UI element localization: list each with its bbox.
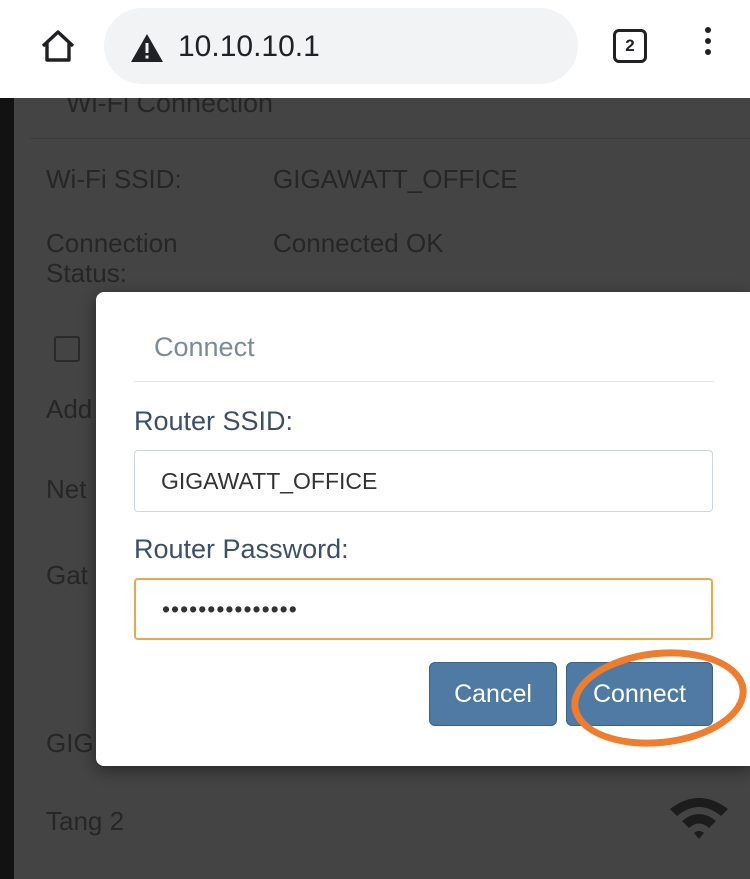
url-text[interactable]: 10.10.10.1: [178, 30, 320, 64]
router-ssid-input[interactable]: GIGAWATT_OFFICE: [134, 450, 713, 512]
tab-switcher-button[interactable]: 2: [613, 29, 647, 63]
ssid-label: Wi-Fi SSID:: [46, 164, 182, 194]
dialog-title: Connect: [154, 332, 255, 362]
connection-status-label: Connection Status:: [46, 228, 178, 288]
router-password-label: Router Password:: [134, 534, 349, 564]
ssid-value: GIGAWATT_OFFICE: [273, 164, 518, 194]
home-icon[interactable]: [38, 26, 78, 66]
warning-icon[interactable]: [130, 33, 164, 63]
kebab-menu-icon[interactable]: [700, 27, 716, 67]
dialog-divider: [134, 381, 714, 382]
section-title: Wi-Fi Connection: [66, 98, 274, 118]
address-bar[interactable]: 10.10.10.1: [104, 8, 578, 84]
connection-status-value: Connected OK: [273, 228, 444, 258]
address-label: Add: [46, 394, 93, 424]
network-list-item[interactable]: Tang 2: [46, 806, 124, 837]
router-password-input[interactable]: •••••••••••••••: [134, 578, 713, 640]
router-ssid-label: Router SSID:: [134, 406, 294, 436]
wifi-signal-icon: [670, 798, 728, 839]
cancel-button[interactable]: Cancel: [429, 662, 557, 726]
divider: [30, 138, 750, 139]
browser-toolbar: 10.10.10.1 2: [0, 0, 750, 98]
netmask-label: Net: [46, 474, 87, 504]
gateway-label: Gat: [46, 560, 88, 590]
checkbox[interactable]: [54, 336, 80, 362]
network-list-item[interactable]: GIG: [46, 728, 94, 759]
